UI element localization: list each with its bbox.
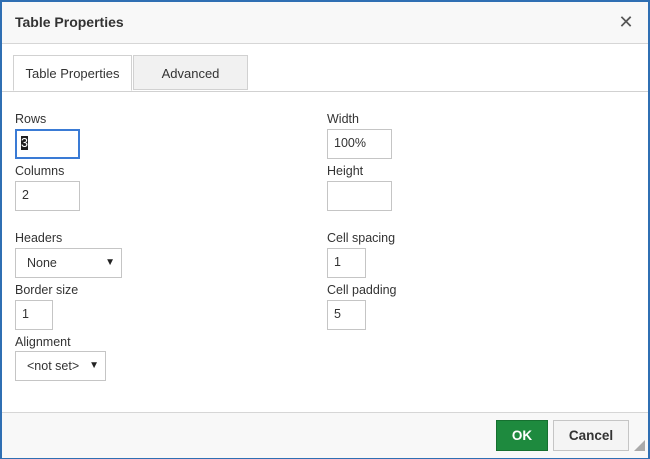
dialog-title: Table Properties — [15, 14, 124, 30]
cell-spacing-input[interactable]: 1 — [327, 248, 366, 278]
height-label: Height — [327, 164, 364, 178]
rows-input[interactable]: 3 — [15, 129, 80, 159]
alignment-select[interactable]: <not set> ▼ — [15, 351, 106, 381]
tab-table-properties[interactable]: Table Properties — [13, 55, 132, 91]
chevron-down-icon: ▼ — [105, 257, 115, 268]
rows-value: 3 — [21, 136, 28, 150]
width-label: Width — [327, 112, 359, 126]
ok-button[interactable]: OK — [496, 420, 548, 451]
columns-label: Columns — [15, 164, 65, 178]
table-properties-dialog: Table Properties ✕ Table Properties Adva… — [0, 0, 650, 459]
cell-padding-label: Cell padding — [327, 283, 397, 297]
dialog-titlebar: Table Properties ✕ — [2, 2, 648, 44]
border-size-label: Border size — [15, 283, 79, 297]
alignment-value: <not set> — [27, 359, 80, 373]
dialog-body: Rows 3 Columns 2 Headers None ▼ Border s… — [2, 92, 648, 412]
alignment-label: Alignment — [15, 335, 71, 349]
headers-value: None — [27, 256, 57, 270]
height-input[interactable] — [327, 181, 392, 211]
width-input[interactable]: 100% — [327, 129, 392, 159]
chevron-down-icon: ▼ — [89, 360, 99, 371]
headers-label: Headers — [15, 231, 63, 245]
close-icon[interactable]: ✕ — [616, 12, 636, 32]
rows-label: Rows — [15, 112, 47, 126]
dialog-footer: OK Cancel — [2, 412, 648, 458]
headers-select[interactable]: None ▼ — [15, 248, 122, 278]
tab-strip: Table Properties Advanced — [2, 44, 648, 92]
resize-grip-icon[interactable] — [634, 440, 645, 451]
cancel-button[interactable]: Cancel — [553, 420, 629, 451]
columns-input[interactable]: 2 — [15, 181, 80, 211]
tab-advanced[interactable]: Advanced — [133, 55, 248, 90]
border-size-input[interactable]: 1 — [15, 300, 53, 330]
cell-spacing-label: Cell spacing — [327, 231, 396, 245]
cell-padding-input[interactable]: 5 — [327, 300, 366, 330]
